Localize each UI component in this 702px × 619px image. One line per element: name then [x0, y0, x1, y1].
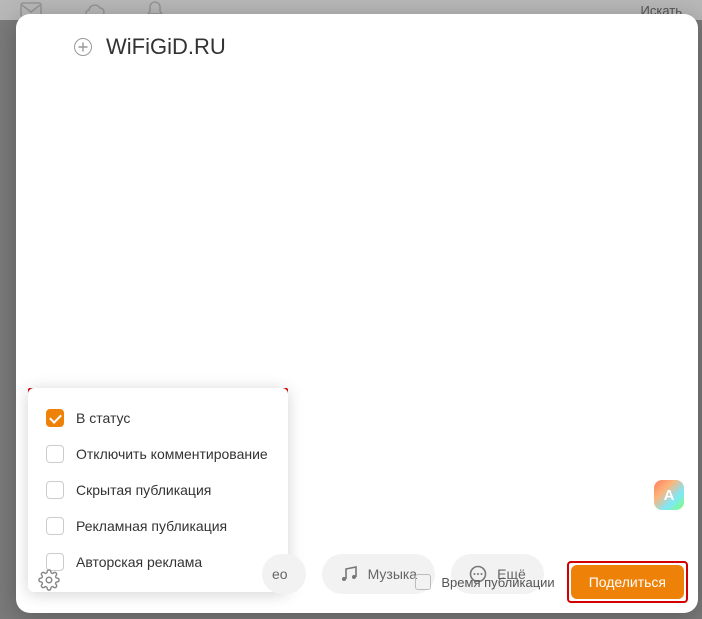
option-v-status[interactable]: В статус [28, 400, 288, 436]
compose-modal: WiFiGiD.RU В статус Отключить комментиро… [16, 14, 698, 613]
option-label: Отключить комментирование [76, 446, 268, 462]
option-label: Скрытая публикация [76, 482, 211, 498]
bottom-bar: Время публикации Поделиться [16, 559, 698, 613]
option-ad-post[interactable]: Рекламная публикация [28, 508, 288, 544]
title-row: WiFiGiD.RU [16, 14, 698, 60]
checkbox-ad-post[interactable] [46, 517, 64, 535]
ai-badge-icon[interactable]: A [654, 480, 684, 510]
share-button[interactable]: Поделиться [571, 565, 684, 599]
option-label: В статус [76, 410, 130, 426]
checkbox-disable-comments[interactable] [46, 445, 64, 463]
gear-icon[interactable] [38, 569, 60, 596]
checkbox-publish-time[interactable] [415, 574, 431, 590]
checkbox-hidden-post[interactable] [46, 481, 64, 499]
add-icon[interactable] [74, 38, 92, 56]
checkbox-v-status[interactable] [46, 409, 64, 427]
publish-time-label: Время публикации [441, 575, 554, 590]
post-title: WiFiGiD.RU [106, 34, 226, 60]
share-button-wrap: Поделиться [571, 565, 684, 599]
option-disable-comments[interactable]: Отключить комментирование [28, 436, 288, 472]
option-hidden-post[interactable]: Скрытая публикация [28, 472, 288, 508]
option-label: Рекламная публикация [76, 518, 227, 534]
publish-time-toggle[interactable]: Время публикации [415, 574, 554, 590]
modal-body: В статус Отключить комментирование Скрыт… [16, 60, 698, 613]
